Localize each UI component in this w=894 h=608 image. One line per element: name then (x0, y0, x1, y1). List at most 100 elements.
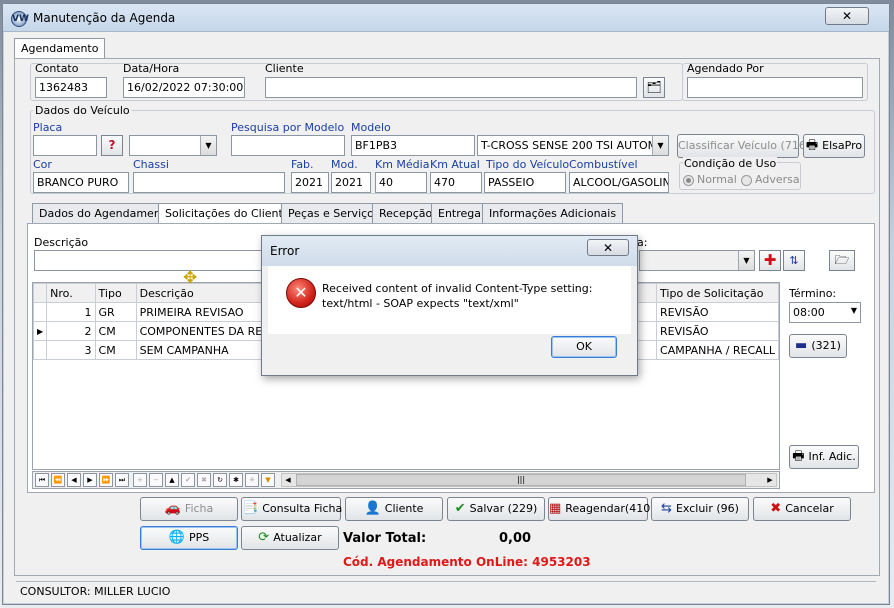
dialog-title: Error (270, 244, 300, 258)
agendado-por-field[interactable] (687, 77, 863, 98)
sort-solicitacao-button[interactable]: ⇅ (783, 250, 805, 271)
pps-button[interactable]: 🌐 PPS (140, 526, 238, 550)
nav-prev-page-icon[interactable]: ⏪ (51, 473, 65, 487)
cliente-field[interactable] (265, 77, 637, 98)
add-solicitacao-button[interactable]: ✚ (759, 250, 781, 271)
nav-filter-icon[interactable]: ▼ (261, 473, 275, 487)
placa-help-button[interactable]: ? (101, 135, 123, 156)
fab-field[interactable]: 2021 (291, 172, 329, 193)
placa-field[interactable] (33, 135, 97, 156)
descricao-field[interactable] (34, 250, 264, 271)
tab-agendamento[interactable]: Agendamento (14, 38, 106, 60)
contato-field[interactable]: 1362483 (35, 77, 107, 98)
title-bar[interactable]: VW Manutenção da Agenda ✕ (3, 4, 889, 32)
datahora-field[interactable]: 16/02/2022 07:30:00 (123, 77, 245, 98)
scroll-thumb[interactable]: ||| (296, 474, 746, 486)
cliente-button[interactable]: 👤 Cliente (345, 497, 443, 521)
scroll-right-icon[interactable]: ▶ (764, 474, 776, 486)
pesquisa-modelo-label: Pesquisa por Modelo (231, 121, 345, 134)
ok-button[interactable]: OK (551, 336, 617, 358)
vehicle-section-label: Dados do Veículo (33, 104, 132, 117)
km-media-field[interactable]: 40 (375, 172, 427, 193)
cancelar-button[interactable]: ✖ Cancelar (753, 497, 851, 521)
tab-entrega[interactable]: Entrega (431, 203, 489, 223)
tab-solicitacoes-cliente[interactable]: Solicitações do Cliente (158, 203, 297, 225)
pesquisa-modelo-field[interactable] (231, 135, 345, 156)
nav-delete-icon[interactable]: − (149, 473, 163, 487)
mod-field[interactable]: 2021 (331, 172, 371, 193)
nav-cancel-icon[interactable]: ✖ (197, 473, 211, 487)
nav-last-icon[interactable]: ⏭ (115, 473, 129, 487)
ficha-button[interactable]: 🚗 Ficha (140, 497, 238, 521)
valor-total-label: Valor Total: (343, 531, 427, 546)
tipo-veiculo-label: Tipo do Veículo (486, 158, 570, 171)
nav-next-page-icon[interactable]: ⏩ (99, 473, 113, 487)
nav-refresh-icon[interactable]: ↻ (213, 473, 227, 487)
dialog-body: ✕ Received content of invalid Content-Ty… (268, 266, 631, 334)
excluir-button[interactable]: ⇆ Excluir (96) (651, 497, 749, 521)
car-icon: 🚗 (164, 501, 181, 516)
nav-post-icon[interactable]: ✔ (181, 473, 195, 487)
search-folder-icon: 🗂 (646, 80, 662, 94)
condicao-normal-radio[interactable]: Normal (683, 173, 737, 186)
reagendar-button[interactable]: ▦ Reagendar(410) (548, 497, 655, 521)
condicao-label: Condição de Uso (683, 157, 778, 170)
col-tipo-solicitacao-header[interactable]: Tipo de Solicitação (656, 283, 779, 303)
horizontal-scrollbar[interactable]: ◀ ||| ▶ (281, 473, 777, 487)
printer-icon: 🖶 (805, 138, 819, 153)
termino-combo[interactable]: 08:00 ▼ (789, 302, 861, 323)
dialog-close-button[interactable]: ✕ (587, 239, 629, 256)
km-atual-label: Km Atual (430, 158, 480, 171)
nav-bookmark-icon[interactable]: ✱ (229, 473, 243, 487)
cell-tipo-solicitacao: CAMPANHA / RECALL (656, 340, 779, 360)
consulta-ficha-button[interactable]: 📑 Consulta Ficha (241, 497, 342, 521)
salvar-button[interactable]: ✔ Salvar (229) (447, 497, 545, 521)
combustivel-field[interactable]: ALCOOL/GASOLINA (569, 172, 669, 193)
nav-goto-icon[interactable]: ✳ (245, 473, 259, 487)
nav-insert-icon[interactable]: + (133, 473, 147, 487)
x-icon: ✖ (770, 501, 782, 516)
cliente-label: Cliente (265, 62, 304, 75)
nav-up-icon[interactable]: ▲ (165, 473, 179, 487)
open-button[interactable]: 🗁 (829, 250, 855, 271)
dialog-title-bar[interactable]: Error ✕ (262, 236, 637, 266)
tipo-veiculo-field[interactable]: PASSEIO (484, 172, 566, 193)
tab-pecas-servicos[interactable]: Peças e Serviços (281, 203, 387, 223)
excluir-label: Excluir (96) (675, 502, 739, 515)
cor-field[interactable]: BRANCO PURO (33, 172, 129, 193)
classificar-veiculo-button[interactable]: Classificar Veículo (716) (677, 134, 810, 158)
chassi-field[interactable] (133, 172, 285, 193)
tab-recepcao[interactable]: Recepção (372, 203, 440, 223)
cliente-search-button[interactable]: 🗂 (643, 77, 665, 98)
km-atual-field[interactable]: 470 (430, 172, 482, 193)
tab-informacoes-adicionais[interactable]: Informações Adicionais (482, 203, 624, 223)
modelo-field[interactable]: BF1PB3 (351, 135, 475, 156)
col-nro-header[interactable]: Nro. (46, 283, 96, 303)
datahora-label: Data/Hora (123, 62, 180, 75)
normal-label: Normal (697, 173, 737, 186)
consultor-status: CONSULTOR: MILLER LUCIO (20, 585, 171, 598)
inf-adic-label: Inf. Adic. (808, 450, 856, 463)
tipo-combo[interactable]: ▼ (639, 250, 755, 271)
chevron-down-icon: ▼ (200, 136, 216, 155)
modelo-label: Modelo (351, 121, 391, 134)
nav-prev-icon[interactable]: ◀ (67, 473, 81, 487)
scroll-left-icon[interactable]: ◀ (282, 474, 294, 486)
folder-open-icon: 🗁 (834, 253, 850, 267)
globe-icon: 🌐 (168, 530, 185, 545)
elsapro-button[interactable]: 🖶 ElsaPro (803, 134, 865, 158)
close-window-button[interactable]: ✕ (825, 7, 869, 25)
nav-first-icon[interactable]: ⏮ (35, 473, 49, 487)
atualizar-button[interactable]: ⟳ Atualizar (241, 526, 339, 550)
inf-adic-button[interactable]: 🖶 Inf. Adic. (789, 445, 859, 469)
col-tipo-header[interactable]: Tipo (94, 283, 137, 303)
blue-count-button[interactable]: ▬ (321) (789, 334, 847, 358)
nav-next-icon[interactable]: ▶ (83, 473, 97, 487)
cell-nro: 1 (46, 302, 96, 322)
placa-combo[interactable]: ▼ (129, 135, 217, 156)
condicao-adversa-radio[interactable]: Adversa (741, 173, 800, 186)
agendado-por-label: Agendado Por (687, 62, 764, 75)
contato-label: Contato (35, 62, 79, 75)
tab-dados-agendamento[interactable]: Dados do Agendamento (32, 203, 179, 223)
modelo-combo[interactable]: T-CROSS SENSE 200 TSI AUTOMAT ▼ (477, 135, 669, 156)
